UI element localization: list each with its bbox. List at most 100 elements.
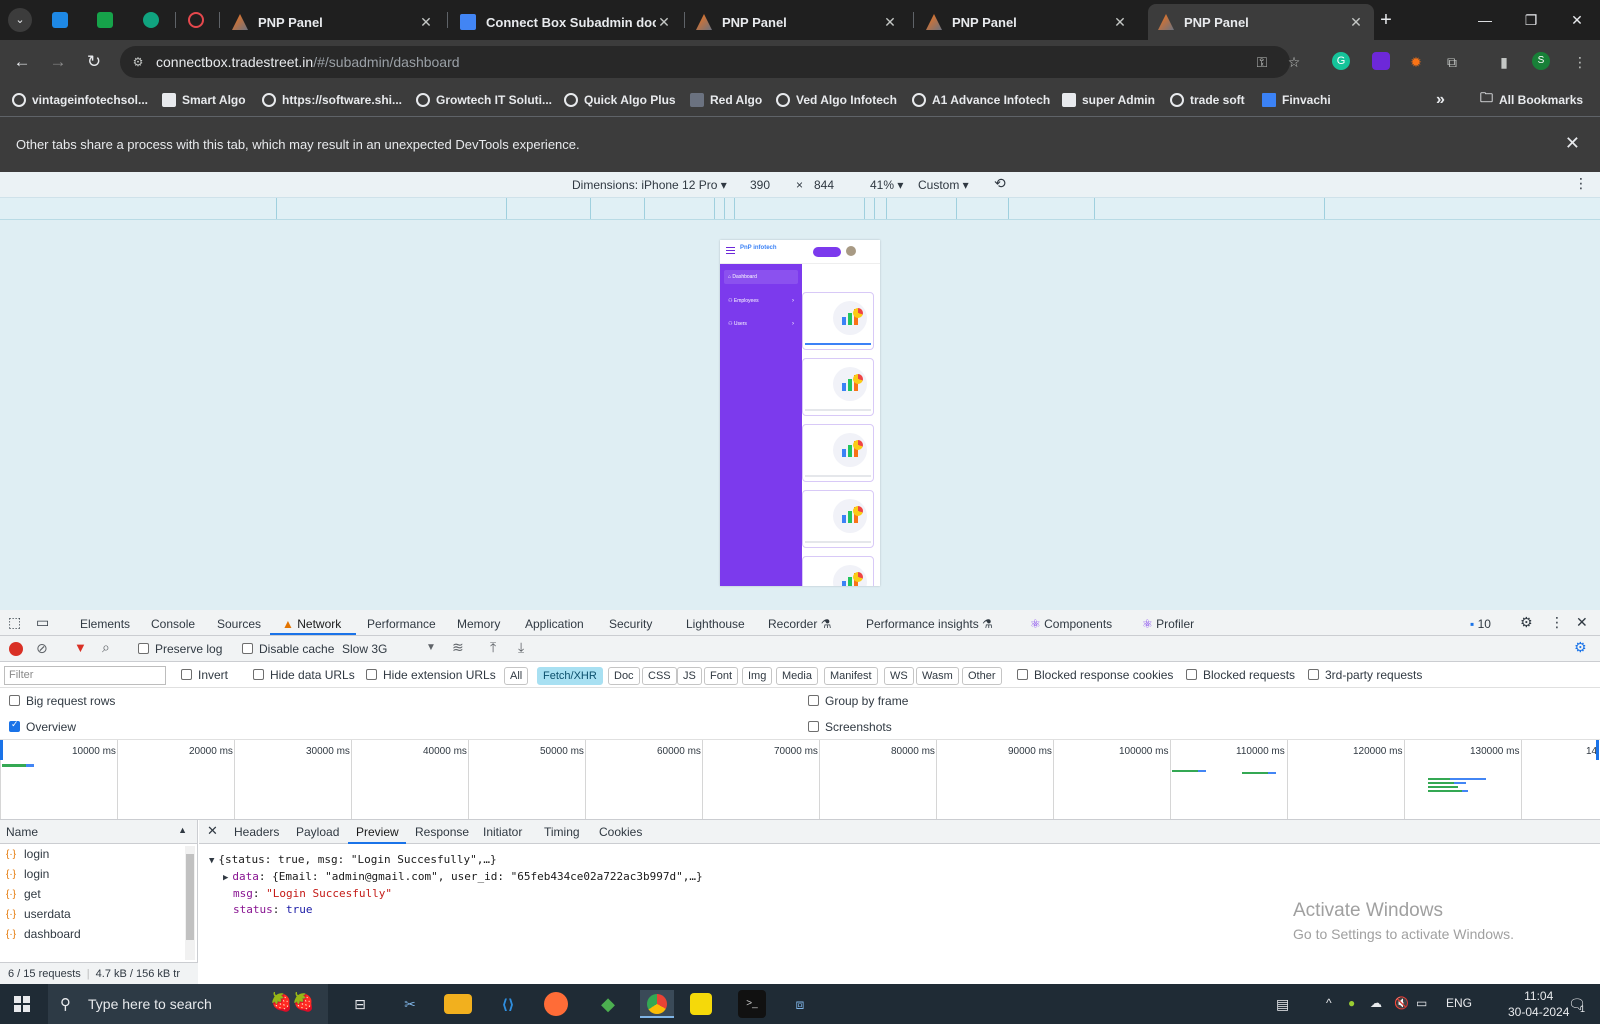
windows-start-icon[interactable] <box>14 996 30 1012</box>
tab-recorder[interactable]: Recorder ⚗ <box>768 617 831 631</box>
device-toggle-icon[interactable]: ▭ <box>36 614 49 631</box>
group-by-frame-checkbox[interactable] <box>808 695 819 706</box>
tab-headers[interactable]: Headers <box>234 825 279 839</box>
screenshots-checkbox[interactable] <box>808 721 819 732</box>
browser-tab-active[interactable]: PNP Panel ✕ <box>1148 4 1374 40</box>
request-list-scrollbar[interactable] <box>185 846 195 960</box>
type-filter-doc[interactable]: Doc <box>608 667 640 685</box>
filter-input[interactable]: Filter <box>4 666 166 685</box>
dashboard-card[interactable] <box>802 292 874 350</box>
device-width-input[interactable]: 390 <box>750 178 770 192</box>
issues-counter[interactable]: ▪ 10 <box>1470 617 1491 631</box>
header-pill-button[interactable] <box>813 247 841 257</box>
task-view-icon[interactable]: ⊟ <box>346 990 374 1018</box>
dashboard-card[interactable] <box>802 424 874 482</box>
browser-tab[interactable]: PNP Panel ✕ <box>222 4 444 40</box>
news-widget-icon[interactable]: ▤ <box>1276 996 1289 1013</box>
close-tab-icon[interactable]: ✕ <box>882 14 898 31</box>
tab-components[interactable]: ⚛ Components <box>1030 617 1112 631</box>
vscode-icon[interactable]: ⟨⟩ <box>494 990 522 1018</box>
back-icon[interactable]: ← <box>10 50 34 74</box>
type-filter-js[interactable]: JS <box>677 667 702 685</box>
close-window-icon[interactable]: ✕ <box>1554 6 1600 34</box>
tab-network[interactable]: ▲ Network <box>282 617 341 631</box>
json-data-row[interactable]: ▶ data: {Email: "admin@gmail.com", user_i… <box>209 869 703 886</box>
bookmark-item[interactable]: super Admin <box>1062 90 1155 110</box>
request-row[interactable]: {·} login <box>0 864 197 884</box>
inspect-element-icon[interactable]: ⬚ <box>8 614 21 631</box>
overview-checkbox[interactable] <box>9 719 20 732</box>
network-icon[interactable]: ▭ <box>1416 996 1427 1010</box>
close-devtools-icon[interactable]: ✕ <box>1576 614 1588 631</box>
new-tab-button[interactable]: + <box>1372 6 1400 34</box>
bookmark-item[interactable]: vintageinfotechsol... <box>12 90 148 110</box>
user-avatar[interactable] <box>846 246 856 256</box>
devtools-menu-icon[interactable]: ⋮ <box>1550 614 1564 631</box>
bookmarks-overflow-button[interactable]: » <box>1436 90 1445 110</box>
tab-console[interactable]: Console <box>151 617 195 631</box>
bookmark-item[interactable]: Smart Algo <box>162 90 246 110</box>
bookmark-item[interactable]: Ved Algo Infotech <box>776 90 897 110</box>
bookmark-item[interactable]: Finvachi <box>1262 90 1331 110</box>
export-har-icon[interactable]: ⤓ <box>518 639 524 656</box>
devtools-settings-icon[interactable]: ⚙ <box>1520 614 1533 631</box>
request-row[interactable]: {·} userdata <box>0 904 197 924</box>
json-root-row[interactable]: ▼ {status: true, msg: "Login Succesfully"… <box>209 852 703 869</box>
tab-application[interactable]: Application <box>525 617 584 631</box>
import-har-icon[interactable]: ⤒ <box>490 639 496 656</box>
request-row[interactable]: {·} dashboard <box>0 924 197 944</box>
dashboard-card[interactable] <box>802 490 874 548</box>
device-height-input[interactable]: 844 <box>814 178 834 192</box>
type-filter-other[interactable]: Other <box>962 667 1002 685</box>
grammarly-icon[interactable]: G <box>1332 52 1350 70</box>
dashboard-card[interactable] <box>802 358 874 416</box>
invert-checkbox[interactable] <box>181 669 192 680</box>
file-explorer-icon[interactable] <box>444 994 472 1014</box>
tab-timing[interactable]: Timing <box>544 825 580 839</box>
tab-security[interactable]: Security <box>609 617 652 631</box>
sidebar-item-dashboard[interactable]: ⌂ Dashboard <box>724 270 798 284</box>
network-conditions-icon[interactable]: ≋ <box>452 639 464 656</box>
tab-profiler[interactable]: ⚛ Profiler <box>1142 617 1194 631</box>
close-infobar-icon[interactable]: ✕ <box>1565 133 1580 154</box>
close-tab-icon[interactable]: ✕ <box>1348 14 1364 31</box>
tab-cookies[interactable]: Cookies <box>599 825 642 839</box>
search-icon[interactable]: ⌕ <box>102 639 110 656</box>
device-dimensions-select[interactable]: Dimensions: iPhone 12 Pro ▾ <box>572 178 727 192</box>
tray-app-icon[interactable]: ● <box>1348 996 1355 1010</box>
blocked-requests-checkbox[interactable] <box>1186 669 1197 680</box>
address-bar[interactable]: ⚙ connectbox.tradestreet.in/#/subadmin/d… <box>120 46 1300 78</box>
type-filter-font[interactable]: Font <box>704 667 739 685</box>
bookmark-star-icon[interactable]: ☆ <box>1284 52 1304 72</box>
tab-payload[interactable]: Payload <box>296 825 339 839</box>
request-row[interactable]: {·} login <box>0 844 197 864</box>
filter-icon[interactable]: ▼ <box>74 640 87 655</box>
hamburger-menu-icon[interactable] <box>726 247 735 254</box>
pinned-tab[interactable] <box>176 8 216 32</box>
snipping-tool-icon[interactable]: ✂ <box>396 990 424 1018</box>
bookmark-item[interactable]: Red Algo <box>690 90 762 110</box>
type-filter-media[interactable]: Media <box>776 667 818 685</box>
type-filter-all[interactable]: All <box>504 667 529 685</box>
tab-memory[interactable]: Memory <box>457 617 500 631</box>
hide-extension-urls-checkbox[interactable] <box>366 669 377 680</box>
rotate-icon[interactable]: ⟲ <box>994 175 1006 192</box>
taskbar-search[interactable]: ⚲ Type here to search 🍓🍓 <box>48 984 328 1024</box>
network-app-icon[interactable]: ⧈ <box>786 990 814 1018</box>
type-filter-fetch-xhr[interactable]: Fetch/XHR <box>537 667 603 685</box>
sidebar-item-users[interactable]: ⚇ Users › <box>724 317 798 331</box>
dashboard-card[interactable] <box>802 556 874 586</box>
throttle-select[interactable]: Custom ▾ <box>918 178 969 192</box>
site-info-icon[interactable]: ⚙ <box>130 54 146 70</box>
name-column-header[interactable]: Name ▲ <box>0 820 197 844</box>
dropdown-caret-icon[interactable]: ▼ <box>426 642 436 653</box>
tab-elements[interactable]: Elements <box>80 617 130 631</box>
side-panel-icon[interactable]: ▮ <box>1494 52 1514 72</box>
browser-tab[interactable]: Connect Box Subadmin docur ✕ <box>450 4 682 40</box>
bookmark-item[interactable]: trade soft <box>1170 90 1245 110</box>
big-request-rows-checkbox[interactable] <box>9 695 20 706</box>
type-filter-manifest[interactable]: Manifest <box>824 667 878 685</box>
tab-performance-insights[interactable]: Performance insights ⚗ <box>866 617 993 631</box>
restore-icon[interactable]: ❐ <box>1508 6 1554 34</box>
type-filter-css[interactable]: CSS <box>642 667 677 685</box>
